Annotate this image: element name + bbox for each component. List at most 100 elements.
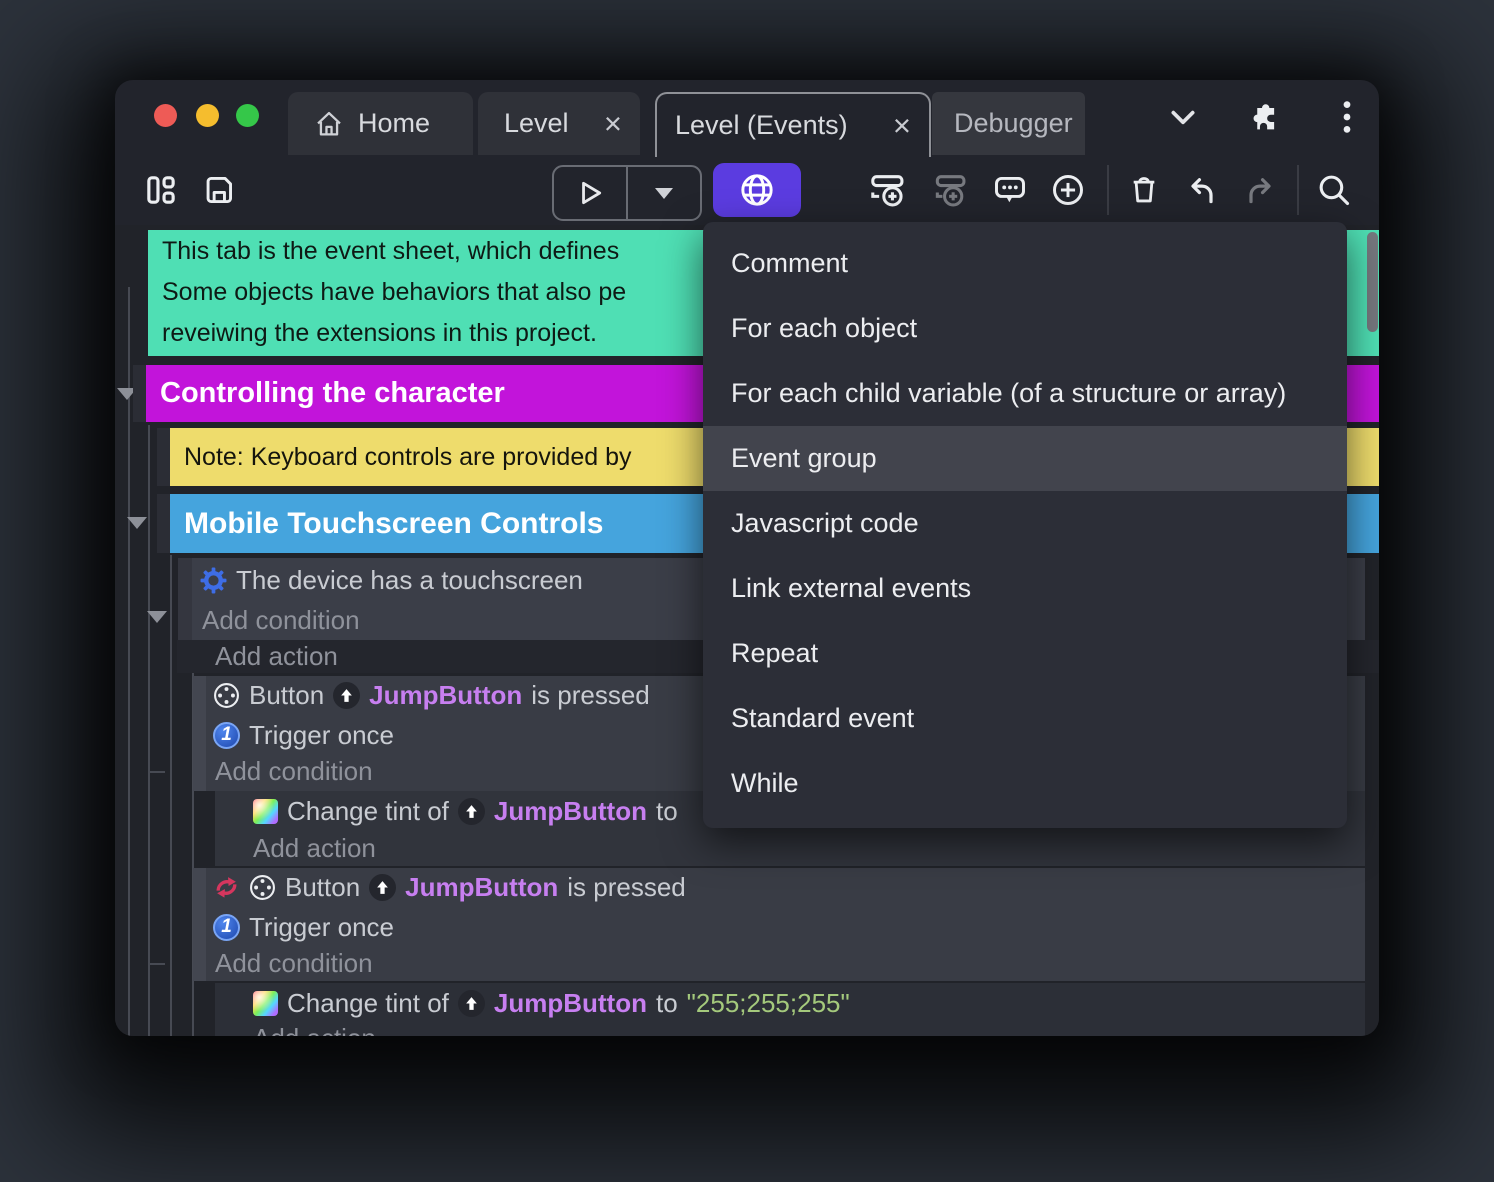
condition-text: Trigger once [249,911,394,942]
add-action-button[interactable]: Add action [215,1023,1365,1037]
menu-item-event-group[interactable]: Event group [703,426,1347,491]
gamepad-button-icon [213,682,240,709]
collapse-caret-icon[interactable] [127,517,147,529]
trash-icon [1127,173,1161,207]
plus-circle-icon [1050,172,1086,208]
indent-tick [148,963,165,965]
condition-row[interactable]: Button JumpButton is pressed [206,868,1365,907]
tab-level-events-label: Level (Events) [675,110,848,140]
tab-home-label: Home [358,108,431,138]
toolbar [115,155,1379,225]
group-title: Controlling the character [160,377,505,409]
drag-handle[interactable] [157,494,170,553]
minimize-traffic-light[interactable] [196,104,219,127]
drag-handle[interactable] [157,428,170,486]
play-icon [576,179,604,207]
add-comment-button[interactable] [987,168,1033,212]
puzzle-icon [1246,99,1282,135]
tab-debugger[interactable]: Debugger [932,92,1085,155]
globe-icon [739,172,775,208]
add-event-button[interactable] [865,168,911,212]
add-condition-button[interactable]: Add condition [206,947,1365,979]
note-text: Note: Keyboard controls are provided by [184,442,632,471]
event-block-2[interactable]: Button JumpButton is pressed 1 Trigger o… [193,868,1365,981]
tint-color-icon [253,798,278,824]
titlebar: Home Level × Level (Events) × Debugger [115,80,1379,157]
layout-panels-icon [144,173,178,207]
save-icon [202,173,236,207]
delete-button[interactable] [1121,168,1167,212]
menu-item-while[interactable]: While [703,751,1347,816]
gamepad-button-icon [249,874,276,901]
object-thumbnail-icon [457,797,485,825]
extensions-button[interactable] [1243,96,1285,138]
network-preview-button[interactable] [713,163,801,217]
tab-level-events[interactable]: Level (Events) × [655,92,931,157]
trigger-once-icon: 1 [213,721,240,749]
condition-predicate: is pressed [531,680,650,710]
undo-icon [1184,172,1220,208]
condition-label: Button [249,680,325,710]
kebab-menu-icon [1341,99,1353,135]
close-tab-icon[interactable]: × [893,110,911,141]
tabs-overflow-button[interactable] [1163,98,1203,138]
add-event-menu: Comment For each object For each child v… [703,222,1347,828]
tab-debugger-label: Debugger [954,108,1073,138]
drag-handle[interactable] [133,365,146,422]
tab-home[interactable]: Home [288,92,473,155]
tab-level-label: Level [504,108,569,138]
open-project-manager-button[interactable] [139,168,183,212]
toolbar-divider [1107,165,1109,215]
menu-item-standard-event[interactable]: Standard event [703,686,1347,751]
close-tab-icon[interactable]: × [604,108,622,139]
action-label: Change tint of [287,795,449,826]
redo-button[interactable] [1237,168,1283,212]
tint-color-icon [253,990,278,1016]
choose-event-type-button[interactable] [1045,168,1091,212]
collapse-caret-icon[interactable] [147,611,167,623]
object-thumbnail-icon [369,874,397,901]
object-name: JumpButton [493,987,647,1018]
invert-condition-icon [213,874,240,901]
menu-item-javascript-code[interactable]: Javascript code [703,491,1347,556]
condition-row[interactable]: 1 Trigger once [206,907,1365,947]
add-event-icon [869,171,907,209]
undo-button[interactable] [1179,168,1225,212]
app-window: Home Level × Level (Events) × Debugger T… [115,80,1379,1036]
indent-guide [170,555,172,1036]
add-subevent-button[interactable] [927,168,973,212]
trigger-once-icon: 1 [213,913,240,941]
object-thumbnail-icon [457,989,485,1017]
action-label: Change tint of [287,987,449,1018]
search-icon [1316,172,1352,208]
action-suffix: to [655,795,678,826]
condition-predicate: is pressed [567,872,686,902]
condition-label: Button [285,872,361,902]
menu-item-comment[interactable]: Comment [703,231,1347,296]
maximize-traffic-light[interactable] [236,104,259,127]
play-preview-button[interactable] [554,167,626,219]
action-row[interactable]: Change tint of JumpButton to "255;255;25… [215,983,1365,1023]
action-value: "255;255;255" [686,987,850,1018]
object-name: JumpButton [493,795,647,826]
window-menu-button[interactable] [1327,96,1367,138]
menu-item-for-each-child-variable[interactable]: For each child variable (of a structure … [703,361,1347,426]
chevron-down-icon [1168,106,1198,130]
object-name: JumpButton [405,872,559,902]
group-title: Mobile Touchscreen Controls [184,506,604,540]
save-button[interactable] [197,168,241,212]
comment-bubble-icon [992,172,1028,208]
close-traffic-light[interactable] [154,104,177,127]
menu-item-for-each-object[interactable]: For each object [703,296,1347,361]
condition-text: Trigger once [249,719,394,750]
scrollbar-thumb[interactable] [1367,232,1378,332]
menu-item-repeat[interactable]: Repeat [703,621,1347,686]
object-name: JumpButton [369,680,523,710]
gear-icon [200,567,227,594]
action-panel-2[interactable]: Change tint of JumpButton to "255;255;25… [215,983,1365,1036]
tab-level[interactable]: Level × [478,92,640,155]
add-action-button[interactable]: Add action [215,831,1365,866]
menu-item-link-external-events[interactable]: Link external events [703,556,1347,621]
preview-options-button[interactable] [628,167,700,219]
search-button[interactable] [1311,168,1357,212]
